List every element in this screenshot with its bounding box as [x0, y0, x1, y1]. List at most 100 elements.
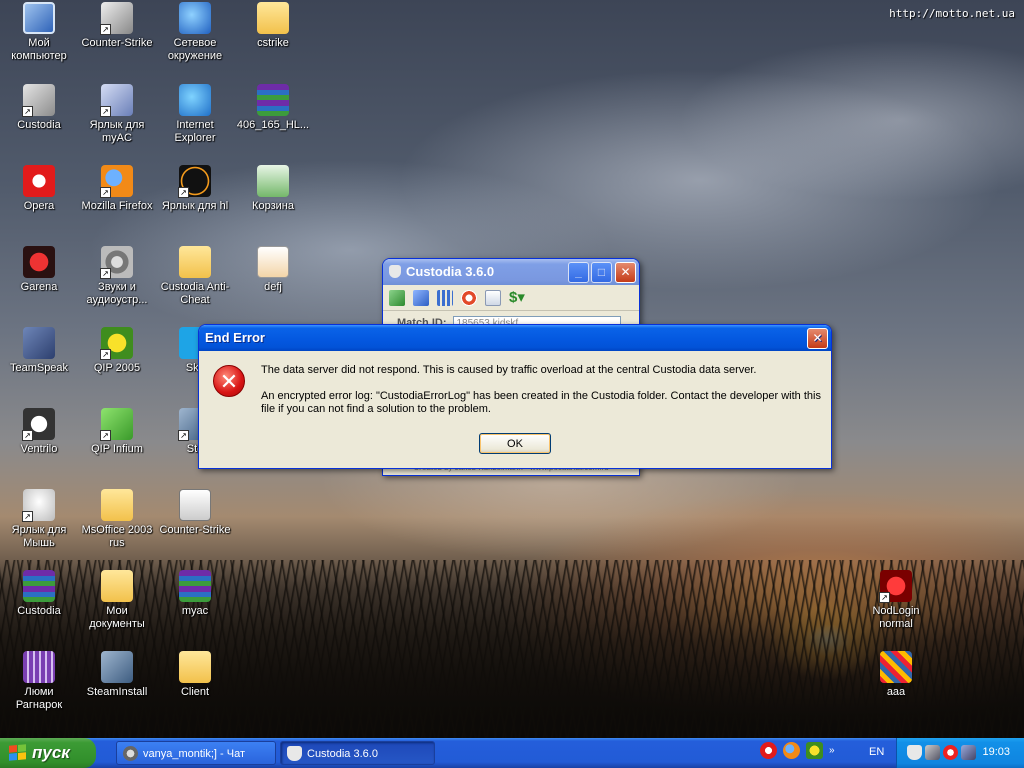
desktop-icon-steaminstall[interactable]: SteamInstall [78, 651, 156, 699]
desktop-icon-ventrilo[interactable]: ↗ Ventrilo [0, 408, 78, 456]
donate-dollar-icon[interactable]: $▾ [509, 289, 525, 306]
opera-icon[interactable] [760, 742, 777, 759]
desktop-icon-label: Ярлык для Мышь [11, 524, 67, 549]
maximize-button[interactable]: □ [591, 262, 612, 283]
desktop-icon-aaa[interactable]: aaa [857, 651, 935, 699]
desktop-icon-myac-archive[interactable]: myac [156, 570, 234, 618]
internet-explorer-icon [179, 84, 211, 116]
desktop-icon-teamspeak[interactable]: TeamSpeak [0, 327, 78, 375]
quick-launch-area: » [760, 742, 835, 759]
desktop-icon-mouse[interactable]: ↗ Ярлык для Мышь [0, 489, 78, 550]
desktop-icon-sound-devices[interactable]: ↗ Звуки и аудиоустр... [78, 246, 156, 307]
desktop-icon-my-computer[interactable]: Мой компьютер [0, 2, 78, 63]
desktop-icon-label: Custodia Anti-Cheat [160, 281, 230, 306]
taskbar-button-label: vanya_montik;] - Чат [143, 748, 246, 760]
counter-strike-icon: ↗ [100, 2, 133, 35]
desktop-icon-half-life[interactable]: ↗ Ярлык для hl [156, 165, 234, 213]
custodia-tray-icon[interactable] [907, 745, 922, 760]
desktop-icon-cstrike[interactable]: cstrike [234, 2, 312, 50]
target-tray-icon[interactable] [943, 745, 958, 760]
custodia-window-title: Custodia 3.6.0 [406, 264, 495, 279]
custodia-titlebar[interactable]: Custodia 3.6.0 _ □ ✕ [383, 259, 639, 285]
taskbar-button-label: Custodia 3.6.0 [307, 748, 378, 760]
desktop-icon-label: myac [181, 605, 209, 617]
desktop-icon-label: Люми Рагнарок [15, 686, 63, 711]
desktop-icon-client[interactable]: Client [156, 651, 234, 699]
desktop-icon-label: NodLogin normal [872, 605, 920, 630]
desktop-icon-qip-2005[interactable]: ↗ QIP 2005 [78, 327, 156, 375]
mail-icon[interactable] [485, 289, 501, 306]
desktop-icon-counter-strike[interactable]: ↗ Counter-Strike [78, 2, 156, 50]
winrar-archive-icon [179, 570, 211, 602]
garena-icon [23, 246, 55, 278]
desktop-icon-custodia-anticheat[interactable]: Custodia Anti-Cheat [156, 246, 234, 307]
desktop-icon-my-documents[interactable]: Мои документы [78, 570, 156, 631]
desktop-icon-label: Ventrilo [20, 443, 58, 455]
qip-infium-icon: ↗ [100, 408, 133, 441]
desktop-icon-lumi-ragnarok[interactable]: Люми Рагнарок [0, 651, 78, 712]
desktop-icon-label: Custodia [17, 605, 61, 617]
clock[interactable]: 19:03 [982, 746, 1010, 758]
show-more-chevron-icon[interactable]: » [829, 745, 835, 756]
myac-shield-icon: ↗ [100, 84, 133, 117]
help-lifebuoy-icon[interactable] [461, 289, 477, 306]
error-icon: ✕ [213, 365, 245, 397]
desktop-icon-firefox[interactable]: ↗ Mozilla Firefox [78, 165, 156, 213]
error-dialog-titlebar[interactable]: End Error ✕ [199, 325, 831, 351]
desktop-icon-cs-document[interactable]: Counter-Strike [156, 489, 234, 537]
custodia-shield-icon: ↗ [22, 84, 55, 117]
desktop-icon-label: Internet Explorer [174, 119, 216, 144]
image-file-icon [257, 246, 289, 278]
desktop-icon-hl-archive[interactable]: 406_165_HL... [234, 84, 312, 132]
folder-icon [257, 2, 289, 34]
close-button[interactable]: ✕ [807, 328, 828, 349]
desktop-icon-opera[interactable]: Opera [0, 165, 78, 213]
taskbar-button-custodia[interactable]: Custodia 3.6.0 [280, 741, 435, 765]
desktop-icon-qip-infium[interactable]: ↗ QIP Infium [78, 408, 156, 456]
language-indicator[interactable]: EN [869, 746, 884, 758]
settings-icon[interactable] [413, 289, 429, 306]
desktop-icon-myac-shortcut[interactable]: ↗ Ярлык для myAC [78, 84, 156, 145]
stats-icon[interactable] [437, 289, 453, 306]
desktop-icon-msoffice[interactable]: MsOffice 2003 rus [78, 489, 156, 550]
taskbar: пуск vanya_montik;] - Чат Custodia 3.6.0… [0, 738, 1024, 768]
desktop-icon-garena[interactable]: Garena [0, 246, 78, 294]
desktop-icon-label: Корзина [252, 200, 294, 212]
desktop-icon-label: QIP Infium [91, 443, 143, 455]
nodlogin-icon: ↗ [879, 570, 912, 603]
chat-icon [123, 746, 138, 761]
lumi-ragnarok-icon [23, 651, 55, 683]
qip-icon: ↗ [100, 327, 133, 360]
close-button[interactable]: ✕ [615, 262, 636, 283]
ok-button[interactable]: OK [479, 433, 551, 454]
refresh-icon[interactable] [389, 289, 405, 306]
desktop-icon-recycle-bin[interactable]: Корзина [234, 165, 312, 213]
desktop-icon-label: Counter-Strike [159, 524, 231, 536]
desktop-icon-label: Ярлык для myAC [89, 119, 145, 144]
network-places-icon [179, 2, 211, 34]
network-tray-icon[interactable] [961, 745, 976, 760]
minimize-button[interactable]: _ [568, 262, 589, 283]
desktop-icon-label: QIP 2005 [93, 362, 141, 374]
desktop-icon-label: SteamInstall [86, 686, 148, 698]
desktop-icon-label: Сетевое окружение [167, 37, 223, 62]
steam-tray-icon[interactable] [925, 745, 940, 760]
firefox-icon[interactable] [783, 742, 800, 759]
folder-icon [179, 246, 211, 278]
system-tray: 19:03 [896, 738, 1024, 768]
taskbar-button-chat[interactable]: vanya_montik;] - Чат [116, 741, 276, 765]
desktop-icon-defj[interactable]: defj [234, 246, 312, 294]
start-button[interactable]: пуск [0, 738, 96, 768]
desktop-icon-label: Мой компьютер [11, 37, 67, 62]
ventrilo-icon: ↗ [22, 408, 55, 441]
desktop-icon-label: Opera [23, 200, 55, 212]
desktop-icon-internet-explorer[interactable]: Internet Explorer [156, 84, 234, 145]
desktop-icon-custodia-archive[interactable]: Custodia [0, 570, 78, 618]
desktop-icon-custodia[interactable]: ↗ Custodia [0, 84, 78, 132]
desktop-icon-network-places[interactable]: Сетевое окружение [156, 2, 234, 63]
desktop-icon-label: 406_165_HL... [236, 119, 310, 131]
desktop-icon-label: Mozilla Firefox [81, 200, 153, 212]
qip-icon[interactable] [806, 742, 823, 759]
desktop-icon-label: cstrike [257, 37, 289, 49]
desktop-icon-nodlogin[interactable]: ↗ NodLogin normal [857, 570, 935, 631]
